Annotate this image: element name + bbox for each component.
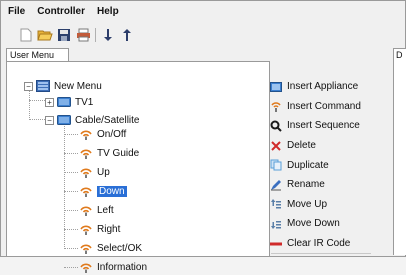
tree-node-label: Cable/Satellite	[75, 114, 140, 126]
duplicate-icon	[270, 159, 282, 171]
appliance-icon	[57, 114, 71, 126]
tree-node-label: Left	[97, 204, 114, 216]
tree-node-command[interactable]: TV Guide	[79, 145, 139, 161]
remote-signal-icon	[79, 166, 93, 178]
tree-node-label: Up	[97, 166, 110, 178]
remote-signal-icon	[270, 100, 282, 113]
tree-node-label: TV Guide	[97, 147, 140, 159]
toolbar-separator	[95, 28, 96, 42]
move-up-button[interactable]: Move Up	[270, 195, 361, 215]
tree-node-command[interactable]: Right	[79, 221, 120, 237]
tree-line	[64, 134, 78, 135]
remote-signal-icon	[79, 261, 93, 273]
command-label: Insert Command	[287, 100, 361, 112]
menu-bar: File Controller Help	[8, 6, 131, 20]
rename-icon	[270, 179, 282, 191]
tree-node-command[interactable]: Select/OK	[79, 240, 142, 256]
tree-node-label: Select/OK	[97, 242, 143, 254]
remote-signal-icon	[79, 185, 93, 197]
print-icon[interactable]	[75, 27, 91, 43]
right-panel	[393, 61, 406, 255]
remote-signal-icon	[79, 128, 93, 140]
insert-sequence-button[interactable]: Insert Sequence	[270, 116, 361, 136]
command-label: Duplicate	[287, 159, 329, 171]
open-icon[interactable]	[37, 27, 53, 43]
arrow-down-icon[interactable]	[100, 27, 116, 43]
remote-signal-icon	[79, 223, 93, 235]
tree-line	[64, 210, 78, 211]
command-label: Move Down	[287, 218, 340, 230]
menu-file[interactable]: File	[8, 6, 25, 20]
command-label: Insert Appliance	[287, 81, 359, 93]
tree-line	[64, 229, 78, 230]
tree-node-label: Information	[97, 261, 148, 273]
tree-line	[64, 248, 78, 249]
appliance-icon	[57, 96, 71, 108]
menu-help[interactable]: Help	[97, 6, 119, 20]
command-label: Move Up	[287, 198, 328, 210]
move-up-icon	[270, 198, 282, 210]
menu-folder-icon	[36, 80, 50, 92]
command-label: Clear IR Code	[287, 238, 351, 250]
save-icon[interactable]	[56, 27, 72, 43]
remote-signal-icon	[79, 204, 93, 216]
expand-icon[interactable]: +	[45, 97, 54, 107]
collapse-icon[interactable]: −	[24, 81, 33, 91]
delete-button[interactable]: Delete	[270, 136, 361, 156]
tree-node-command[interactable]: On/Off	[79, 126, 126, 142]
tree-node-label: TV1	[75, 96, 94, 108]
arrow-up-icon[interactable]	[119, 27, 135, 43]
command-label: Delete	[287, 140, 316, 152]
appliance-icon	[270, 81, 282, 93]
tree-line	[64, 172, 78, 173]
insert-appliance-button[interactable]: Insert Appliance	[270, 77, 361, 97]
tree-node-command[interactable]: Up	[79, 164, 110, 180]
insert-command-button[interactable]: Insert Command	[270, 97, 361, 117]
tab-user-menu[interactable]: User Menu	[6, 48, 69, 62]
tree-node-tv1[interactable]: + TV1	[45, 94, 93, 110]
duplicate-button[interactable]: Duplicate	[270, 155, 361, 175]
remote-signal-icon	[79, 147, 93, 159]
tab-right-panel[interactable]: D	[393, 48, 406, 62]
new-icon[interactable]	[18, 27, 34, 43]
command-list: Insert Appliance Insert Command Insert S…	[270, 77, 361, 253]
menu-controller[interactable]: Controller	[37, 6, 85, 20]
move-down-button[interactable]: Move Down	[270, 214, 361, 234]
tree-line	[64, 267, 78, 268]
command-list-divider	[271, 253, 371, 254]
sequence-icon	[270, 120, 282, 132]
toolbar	[18, 24, 138, 46]
tree-node-label: Right	[97, 223, 121, 235]
tree-line	[64, 191, 78, 192]
tree-node-command[interactable]: Information	[79, 259, 147, 275]
tree-line	[29, 119, 45, 120]
tree-node-root[interactable]: − New Menu	[24, 78, 102, 94]
collapse-icon[interactable]: −	[45, 115, 54, 125]
rename-button[interactable]: Rename	[270, 175, 361, 195]
tree-line	[29, 100, 45, 101]
clear-icon	[270, 238, 282, 250]
move-down-icon	[270, 218, 282, 230]
tree-node-command[interactable]: Left	[79, 202, 114, 218]
command-label: Rename	[287, 179, 325, 191]
remote-signal-icon	[79, 242, 93, 254]
tree-node-command[interactable]: Down	[79, 183, 127, 199]
tree-node-label: On/Off	[97, 128, 127, 140]
tree-line	[64, 153, 78, 154]
tree-node-label: Down	[97, 185, 127, 197]
tree-node-label: New Menu	[54, 80, 102, 92]
clear-ir-code-button[interactable]: Clear IR Code	[270, 234, 361, 254]
delete-icon	[270, 140, 282, 152]
command-label: Insert Sequence	[287, 120, 360, 132]
